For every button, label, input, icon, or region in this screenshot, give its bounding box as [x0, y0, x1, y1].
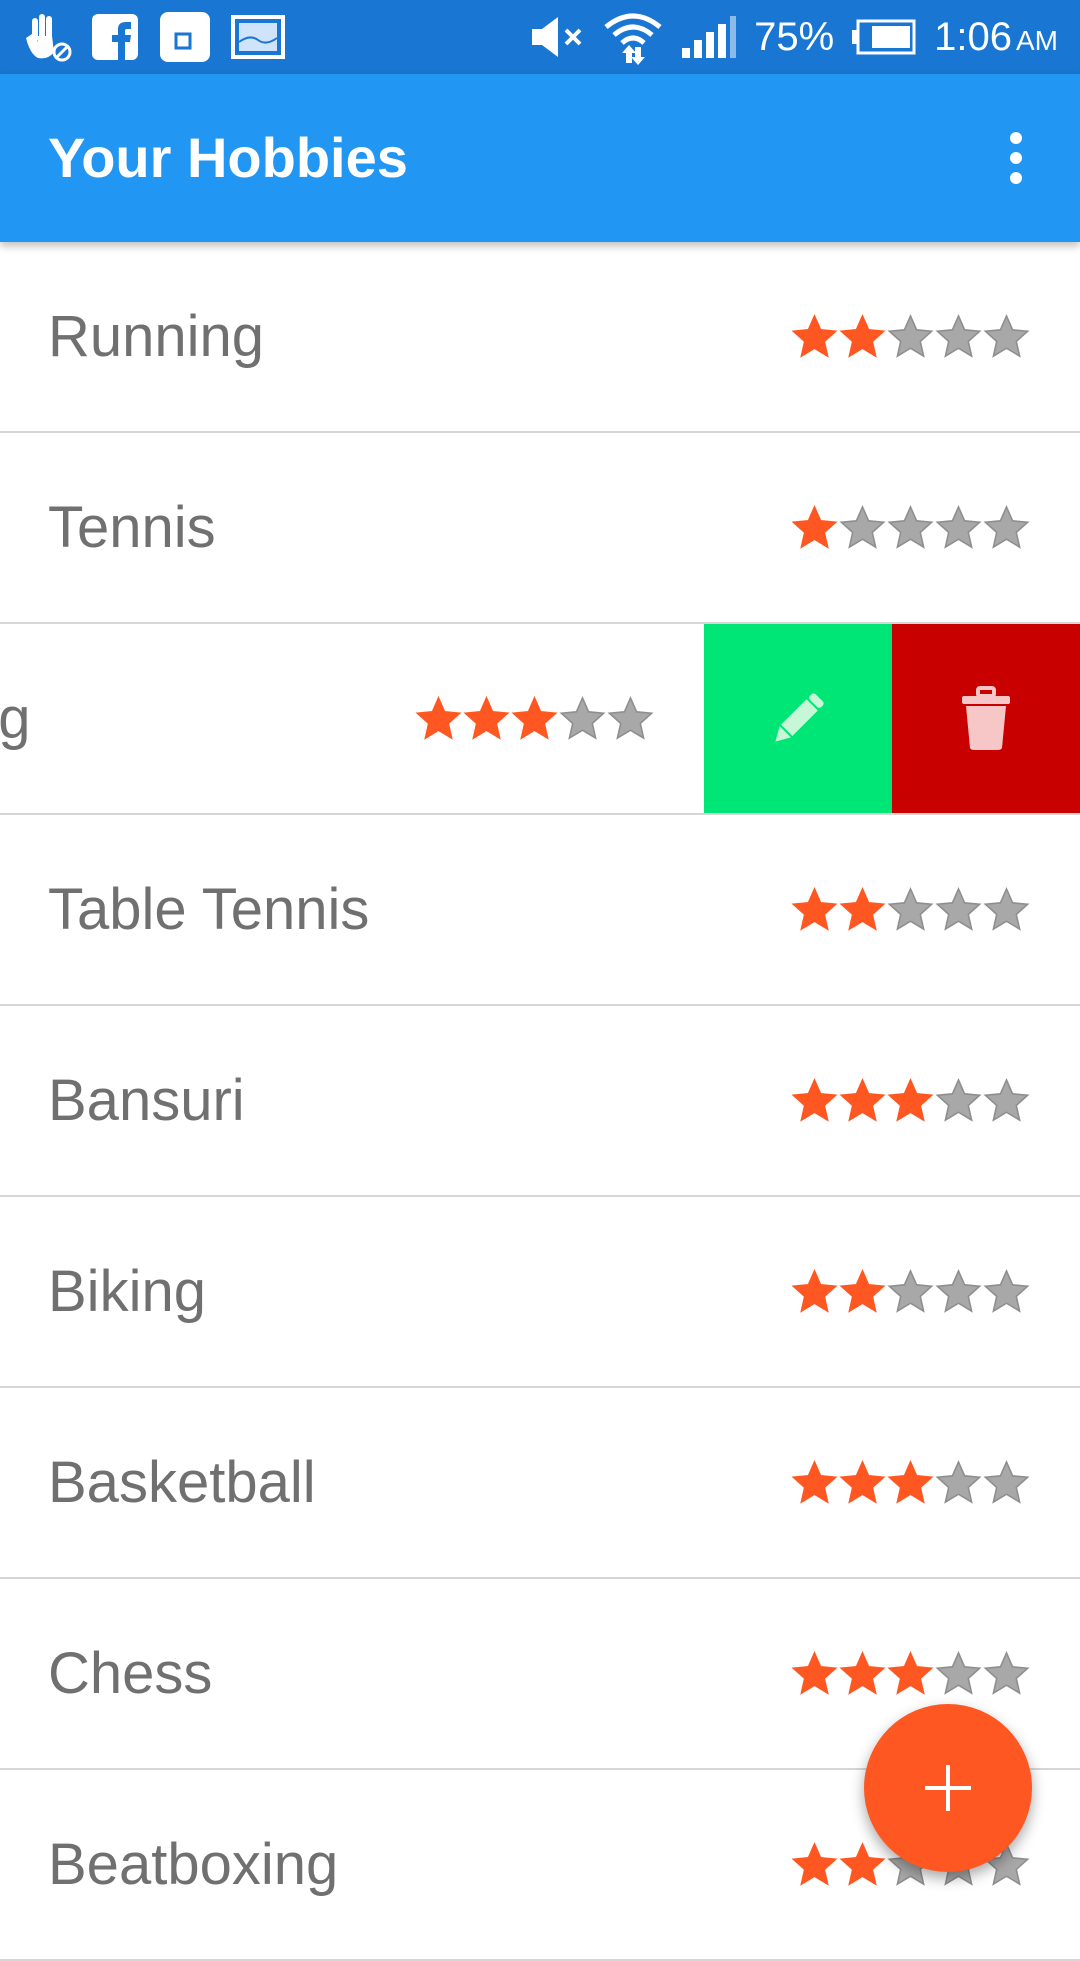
- rating-bar[interactable]: [791, 1197, 1030, 1386]
- star-empty-icon[interactable]: [935, 313, 982, 360]
- rating-bar[interactable]: [415, 624, 654, 813]
- star-filled-icon[interactable]: [511, 695, 558, 742]
- hobby-name: Chess: [48, 1641, 213, 1706]
- star-filled-icon[interactable]: [887, 1077, 934, 1124]
- overflow-menu-icon[interactable]: [982, 124, 1050, 192]
- sim-icon: [160, 12, 210, 62]
- star-empty-icon[interactable]: [983, 1459, 1030, 1506]
- overflow-dot: [1010, 172, 1022, 184]
- star-empty-icon[interactable]: [887, 1268, 934, 1315]
- battery-icon: [852, 19, 916, 55]
- star-filled-icon[interactable]: [887, 1459, 934, 1506]
- rating-bar[interactable]: [791, 815, 1030, 1004]
- rating-bar[interactable]: [791, 433, 1030, 622]
- hobby-name: Table Tennis: [48, 877, 370, 942]
- delete-button[interactable]: [892, 624, 1080, 813]
- star-empty-icon[interactable]: [887, 313, 934, 360]
- clock-ampm: AM: [1016, 24, 1058, 56]
- hobby-name: Biking: [48, 1259, 206, 1324]
- star-empty-icon[interactable]: [983, 886, 1030, 933]
- star-filled-icon[interactable]: [839, 1841, 886, 1888]
- list-item[interactable]: Tennis: [0, 433, 1080, 624]
- star-empty-icon[interactable]: [839, 504, 886, 551]
- star-empty-icon[interactable]: [935, 1268, 982, 1315]
- star-filled-icon[interactable]: [791, 1077, 838, 1124]
- hand-icon: [26, 14, 72, 62]
- star-filled-icon[interactable]: [839, 886, 886, 933]
- hobby-name: Basketball: [48, 1450, 316, 1515]
- rating-bar[interactable]: [791, 242, 1030, 431]
- star-empty-icon[interactable]: [887, 886, 934, 933]
- star-filled-icon[interactable]: [791, 1841, 838, 1888]
- star-empty-icon[interactable]: [983, 313, 1030, 360]
- star-filled-icon[interactable]: [839, 1268, 886, 1315]
- pencil-icon: [775, 692, 824, 742]
- star-empty-icon[interactable]: [983, 504, 1030, 551]
- list-item-swiped[interactable]: ng: [0, 624, 1080, 815]
- star-empty-icon[interactable]: [607, 695, 654, 742]
- rating-bar[interactable]: [791, 1006, 1030, 1195]
- list-item[interactable]: Biking: [0, 1197, 1080, 1388]
- star-filled-icon[interactable]: [791, 1268, 838, 1315]
- star-empty-icon[interactable]: [935, 1077, 982, 1124]
- hobby-name: Tennis: [48, 495, 216, 560]
- plus-icon: [925, 1765, 971, 1811]
- star-filled-icon[interactable]: [839, 1077, 886, 1124]
- signal-icon: [682, 16, 737, 58]
- clock-time: 1:06: [934, 14, 1012, 59]
- rating-bar[interactable]: [791, 1388, 1030, 1577]
- add-hobby-button[interactable]: [864, 1704, 1032, 1872]
- overflow-dot: [1010, 132, 1022, 144]
- star-filled-icon[interactable]: [463, 695, 510, 742]
- star-empty-icon[interactable]: [983, 1650, 1030, 1697]
- hobby-name: Beatboxing: [48, 1832, 339, 1897]
- page-title: Your Hobbies: [48, 126, 408, 189]
- star-filled-icon[interactable]: [791, 313, 838, 360]
- wifi-icon: [604, 13, 662, 65]
- list-item[interactable]: Basketball: [0, 1388, 1080, 1579]
- star-filled-icon[interactable]: [839, 1459, 886, 1506]
- star-filled-icon[interactable]: [791, 504, 838, 551]
- battery-percent: 75%: [754, 14, 835, 59]
- trash-icon: [962, 685, 1010, 750]
- star-filled-icon[interactable]: [839, 313, 886, 360]
- star-filled-icon[interactable]: [839, 1650, 886, 1697]
- star-empty-icon[interactable]: [559, 695, 606, 742]
- star-empty-icon[interactable]: [983, 1077, 1030, 1124]
- facebook-icon: [92, 14, 138, 60]
- list-item[interactable]: Running: [0, 242, 1080, 433]
- overflow-dot: [1010, 152, 1022, 164]
- star-filled-icon[interactable]: [887, 1650, 934, 1697]
- star-empty-icon[interactable]: [887, 504, 934, 551]
- star-filled-icon[interactable]: [791, 1650, 838, 1697]
- hobby-name: Running: [48, 304, 265, 369]
- star-empty-icon[interactable]: [983, 1268, 1030, 1315]
- image-icon: [231, 15, 285, 59]
- star-empty-icon[interactable]: [935, 504, 982, 551]
- edit-button[interactable]: [704, 624, 892, 813]
- app-bar: Your Hobbies: [0, 74, 1080, 242]
- clock: 1:06 AM: [934, 15, 1058, 60]
- hobbies-list: Running Tennis ng Table Te: [0, 242, 1080, 1961]
- list-item[interactable]: Bansuri: [0, 1006, 1080, 1197]
- hobby-name: Bansuri: [48, 1068, 245, 1133]
- star-filled-icon[interactable]: [415, 695, 462, 742]
- star-empty-icon[interactable]: [935, 886, 982, 933]
- mute-icon: [532, 17, 582, 57]
- hobby-name: ng: [0, 686, 31, 751]
- star-empty-icon[interactable]: [935, 1650, 982, 1697]
- list-item[interactable]: Table Tennis: [0, 815, 1080, 1006]
- star-empty-icon[interactable]: [935, 1459, 982, 1506]
- star-filled-icon[interactable]: [791, 886, 838, 933]
- star-filled-icon[interactable]: [791, 1459, 838, 1506]
- status-bar: 75% 1:06 AM: [0, 0, 1080, 74]
